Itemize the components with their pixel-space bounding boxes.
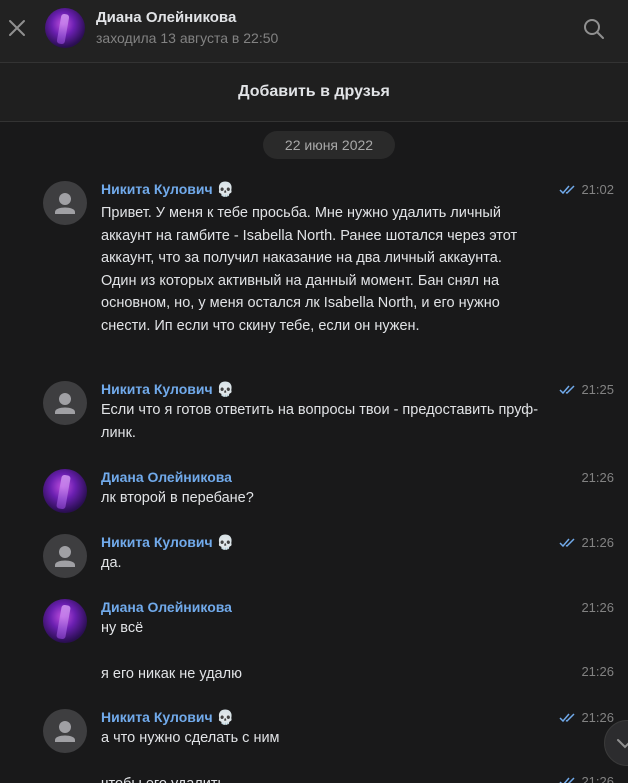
close-icon[interactable] <box>6 17 28 39</box>
chat-window: Диана Олейникова заходила 13 августа в 2… <box>0 0 628 783</box>
message-time: 21:02 <box>559 182 614 197</box>
date-separator: 22 июня 2022 <box>263 131 395 159</box>
message-time: 21:26 <box>581 664 614 679</box>
read-checks-icon <box>559 537 575 547</box>
add-friend-button[interactable]: Добавить в друзья <box>0 63 628 122</box>
avatar[interactable] <box>43 599 87 643</box>
chevron-down-icon <box>617 739 628 749</box>
message-text: Привет. У меня к тебе просьба. Мне нужно… <box>101 205 518 334</box>
message-author[interactable]: Никита Кулович 💀 <box>101 381 234 398</box>
message-author[interactable]: Диана Олейникова <box>101 599 232 615</box>
avatar[interactable] <box>43 469 87 513</box>
message-text: да. <box>101 555 122 571</box>
user-placeholder-icon <box>55 393 75 414</box>
message-text: чтобы его удалить <box>101 773 541 783</box>
scroll-down-button[interactable] <box>604 720 628 766</box>
avatar[interactable] <box>43 181 87 225</box>
message-text: а что нужно сделать с ним <box>101 730 280 746</box>
read-checks-icon <box>559 776 575 783</box>
message-author[interactable]: Никита Кулович 💀 <box>101 534 234 551</box>
skull-icon: 💀 <box>216 181 235 197</box>
skull-icon: 💀 <box>216 381 235 397</box>
message-text: лк второй в перебане? <box>101 490 254 506</box>
contact-avatar[interactable] <box>45 8 85 48</box>
contact-name[interactable]: Диана Олейникова <box>96 9 236 26</box>
user-placeholder-icon <box>55 721 75 742</box>
avatar[interactable] <box>43 381 87 425</box>
read-checks-icon <box>559 384 575 394</box>
message-text: Если что я готов ответить на вопросы тво… <box>101 402 539 441</box>
avatar[interactable] <box>43 709 87 753</box>
message-time: 21:26 <box>581 470 614 485</box>
read-checks-icon <box>559 184 575 194</box>
skull-icon: 💀 <box>216 709 235 725</box>
chat-header: Диана Олейникова заходила 13 августа в 2… <box>0 0 628 63</box>
message-author[interactable]: Никита Кулович 💀 <box>101 709 234 726</box>
avatar[interactable] <box>43 534 87 578</box>
skull-icon: 💀 <box>216 534 235 550</box>
contact-status: заходила 13 августа в 22:50 <box>96 30 279 46</box>
message-time: 21:26 <box>581 600 614 615</box>
message-time: 21:26 <box>559 535 614 550</box>
message-author[interactable]: Диана Олейникова <box>101 469 232 485</box>
user-placeholder-icon <box>55 546 75 567</box>
message-time: 21:26 <box>559 774 614 783</box>
search-icon[interactable] <box>582 17 606 41</box>
message-text: ну всё <box>101 620 144 636</box>
add-friend-label: Добавить в друзья <box>238 83 390 100</box>
read-checks-icon <box>559 712 575 722</box>
message-text: я его никак не удалю <box>101 666 242 682</box>
message-author[interactable]: Никита Кулович 💀 <box>101 181 234 198</box>
user-placeholder-icon <box>55 193 75 214</box>
message-time: 21:25 <box>559 382 614 397</box>
